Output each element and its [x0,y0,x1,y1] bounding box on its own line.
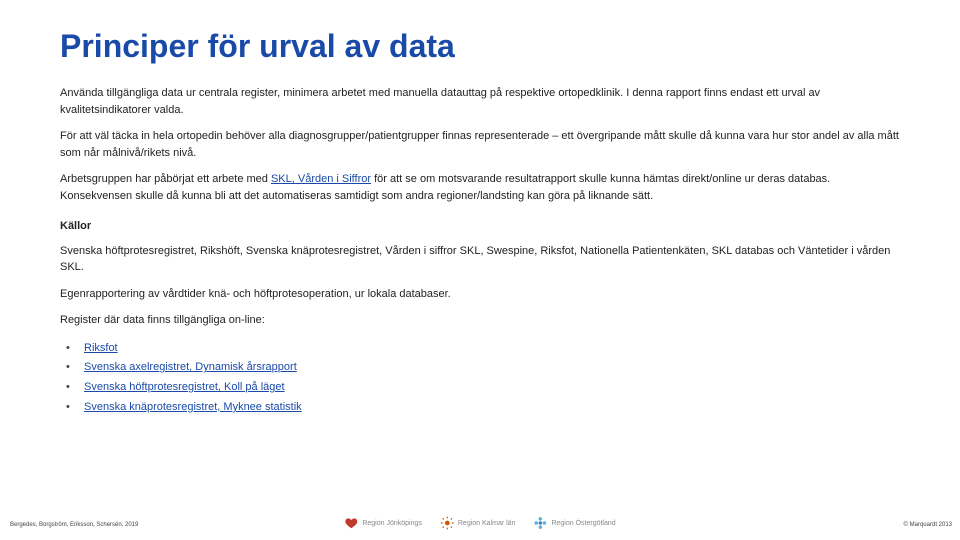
footer-left: Bergedes, Borgström, Eriksson, Schersén,… [10,522,138,528]
online-intro: Register där data finns tillgängliga on-… [60,312,900,329]
logo-jonkoping: Region Jönköpings [344,516,422,530]
paragraph-1: Använda tillgängliga data ur centrala re… [60,85,900,118]
slide-footer: Bergedes, Borgström, Eriksson, Schersén,… [0,508,960,532]
logo-ostergotland: Region Östergötland [533,516,615,530]
slide-title: Principer för urval av data [60,28,900,65]
list-item: Riksfot [64,339,900,359]
link-hoftprotesregistret[interactable]: Svenska höftprotesregistret, Koll på läg… [84,381,285,393]
logo-label: Region Kalmar län [458,520,516,527]
footer-logos: Region Jönköpings Region Kalmar län Regi… [344,516,615,530]
logo-label: Region Östergötland [551,520,615,527]
link-knaprotesregistret[interactable]: Svenska knäprotesregistret, Myknee stati… [84,401,302,413]
link-axelregistret[interactable]: Svenska axelregistret, Dynamisk årsrappo… [84,361,297,373]
logo-label: Region Jönköpings [362,520,422,527]
heart-icon [344,516,358,530]
flower-icon [533,516,547,530]
egen-rapport: Egenrapportering av vårdtider knä- och h… [60,286,900,303]
link-riksfot[interactable]: Riksfot [84,342,118,354]
footer-right: © Marquardt 2013 [904,522,952,528]
paragraph-3: Arbetsgruppen har påbörjat ett arbete me… [60,171,900,204]
paragraph-3-pre: Arbetsgruppen har påbörjat ett arbete me… [60,173,271,185]
slide-body: Använda tillgängliga data ur centrala re… [60,85,900,418]
slide: Principer för urval av data Använda till… [0,0,960,540]
online-registers-list: Riksfot Svenska axelregistret, Dynamisk … [60,339,900,418]
list-item: Svenska axelregistret, Dynamisk årsrappo… [64,358,900,378]
logo-kalmar: Region Kalmar län [440,516,516,530]
paragraph-2: För att väl täcka in hela ortopedin behö… [60,128,900,161]
sources-body: Svenska höftprotesregistret, Rikshöft, S… [60,243,900,276]
sources-heading: Källor [60,218,900,235]
link-skl-varden-i-siffror[interactable]: SKL, Vården i Siffror [271,173,371,185]
list-item: Svenska höftprotesregistret, Koll på läg… [64,378,900,398]
list-item: Svenska knäprotesregistret, Myknee stati… [64,398,900,418]
sun-icon [440,516,454,530]
